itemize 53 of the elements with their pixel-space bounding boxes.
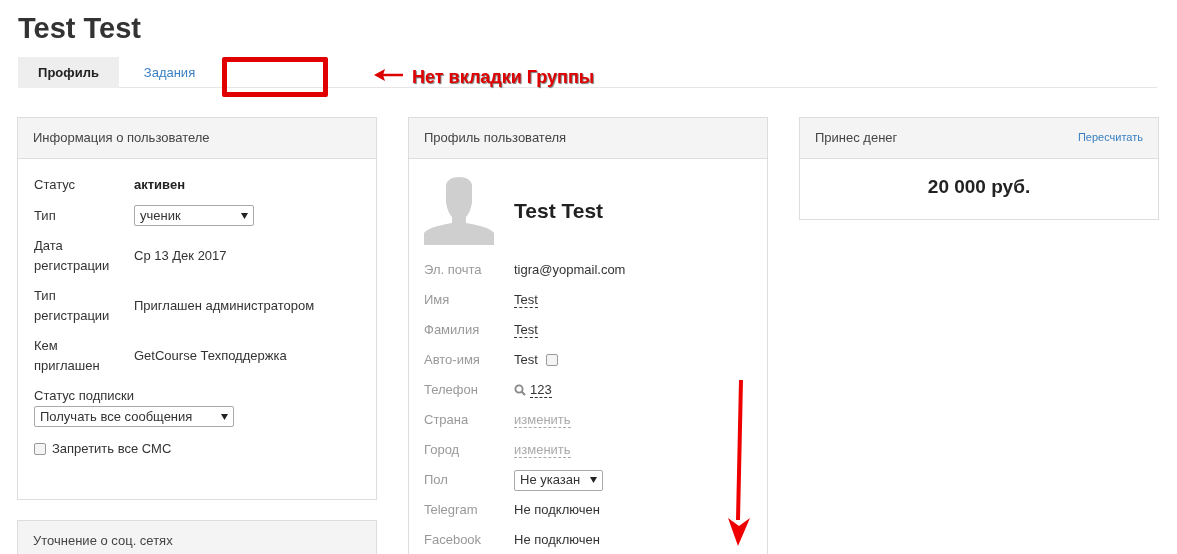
checkbox[interactable] [545, 354, 558, 366]
checkbox[interactable] [34, 442, 46, 455]
editable-value[interactable]: Test [514, 322, 538, 338]
field-label: Кем приглашен [34, 337, 101, 375]
field-label: Пол [424, 471, 449, 490]
field-label: Эл. почта [424, 261, 483, 280]
panel-title: Принес денег [815, 129, 898, 148]
field-value: tigra@yopmail.com [514, 261, 626, 280]
type-select[interactable]: ученик [134, 205, 254, 226]
editable-value[interactable]: 123 [530, 382, 552, 398]
field-label: Фамилия [424, 321, 481, 340]
field-label: Город [424, 441, 461, 460]
dropdown-caret-icon [241, 212, 248, 219]
select-value: Получать все сообщения [40, 407, 193, 426]
profile-name: Test Test [514, 198, 604, 225]
field-label: Facebook [424, 531, 483, 550]
field-label: Тип регистрации [34, 287, 111, 325]
field-value: Не подключен [514, 501, 600, 520]
field-label: Имя [424, 291, 451, 310]
dropdown-caret-icon [221, 413, 228, 420]
panel-title: Профиль пользователя [424, 129, 567, 148]
gender-select[interactable]: Не указан [514, 469, 603, 491]
field-value: активен [134, 176, 185, 195]
checkbox-label: Запретить все СМС [52, 440, 172, 458]
field-label: Тип [34, 206, 57, 225]
annotation-text: Нет вкладки Группы [412, 66, 595, 89]
field-label: Telegram [424, 501, 479, 520]
field-label: Дата регистрации [34, 237, 111, 275]
subscription-select[interactable]: Получать все сообщения [34, 406, 234, 427]
field-value: Test [514, 351, 538, 370]
field-value: Не подключен [514, 531, 600, 550]
tab[interactable]: Профиль [18, 57, 119, 88]
select-value: ученик [140, 206, 181, 225]
dropdown-caret-icon [590, 477, 597, 483]
panel-title: Информация о пользователе [33, 129, 210, 148]
editable-value[interactable]: Test [514, 292, 538, 308]
recalculate-link[interactable]: Пересчитать [1077, 129, 1143, 146]
field-value: Приглашен администратором [134, 297, 315, 316]
page-title: Test Test [18, 11, 142, 46]
field-label: Статус подписки [34, 387, 136, 405]
search-icon[interactable] [514, 384, 526, 396]
field-label: Телефон [424, 381, 479, 400]
tab[interactable]: Задания [119, 57, 220, 88]
field-label: Авто-имя [424, 351, 481, 370]
select-value: Не указан [520, 471, 581, 490]
field-label: Статус [34, 176, 77, 194]
field-label: Страна [424, 411, 470, 430]
panel-title: Уточнение о соц. сетях [33, 531, 173, 550]
field-value: Ср 13 Дек 2017 [134, 247, 227, 266]
avatar-placeholder-icon [424, 177, 494, 245]
field-value: GetCourse Техподдержка [134, 347, 287, 366]
revenue-amount: 20 000 руб. [927, 174, 1031, 199]
annotation-arrow [374, 69, 403, 81]
